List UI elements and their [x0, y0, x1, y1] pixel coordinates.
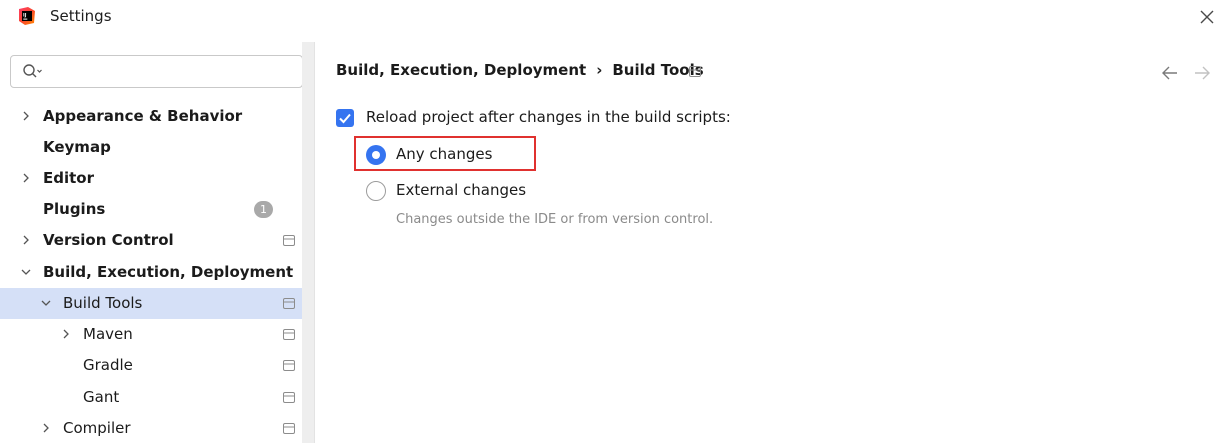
- chevron-right-icon[interactable]: [20, 110, 32, 122]
- chevron-right-icon[interactable]: [20, 234, 32, 246]
- sidebar-item-version-control[interactable]: Version Control: [0, 225, 314, 256]
- close-icon[interactable]: [1196, 6, 1218, 28]
- project-level-icon: [689, 66, 701, 77]
- sidebar-item-label: Build Tools: [63, 294, 143, 312]
- breadcrumb-separator-icon: ›: [596, 61, 603, 79]
- sidebar-item-gradle[interactable]: Gradle: [0, 350, 314, 381]
- sidebar-item-label: Plugins: [43, 200, 106, 218]
- sidebar-item-label: Appearance & Behavior: [43, 107, 243, 125]
- external-changes-label[interactable]: External changes: [396, 181, 526, 199]
- reload-project-label[interactable]: Reload project after changes in the buil…: [366, 108, 731, 126]
- update-count-badge: 1: [254, 201, 273, 218]
- sidebar-item-label: Build, Execution, Deployment: [43, 263, 294, 281]
- sidebar-item-maven[interactable]: Maven: [0, 319, 314, 350]
- sidebar-item-label: Maven: [83, 325, 133, 343]
- search-box[interactable]: [10, 55, 303, 88]
- project-level-icon: [283, 423, 295, 434]
- sidebar-item-label: Gradle: [83, 356, 133, 374]
- project-level-icon: [283, 392, 295, 403]
- forward-arrow-icon[interactable]: [1191, 63, 1213, 83]
- chevron-right-icon[interactable]: [40, 422, 52, 434]
- sidebar-scrollbar[interactable]: [302, 42, 314, 443]
- breadcrumb-parent[interactable]: Build, Execution, Deployment: [336, 61, 586, 79]
- external-changes-hint: Changes outside the IDE or from version …: [396, 212, 714, 227]
- settings-content: Build, Execution, Deployment › Build Tools…: [315, 42, 1227, 443]
- sidebar-item-compiler[interactable]: Compiler: [0, 413, 314, 444]
- chevron-down-icon[interactable]: [20, 266, 32, 278]
- project-level-icon: [283, 298, 295, 309]
- project-level-icon: [283, 329, 295, 340]
- sidebar-item-editor[interactable]: Editor: [0, 163, 314, 194]
- sidebar-item-label: Compiler: [63, 419, 131, 437]
- sidebar-item-build-execution-deployment[interactable]: Build, Execution, Deployment: [0, 257, 314, 288]
- intellij-idea-icon: IJ: [19, 7, 35, 25]
- checkmark-icon: [339, 113, 351, 124]
- chevron-right-icon[interactable]: [20, 172, 32, 184]
- window-title: Settings: [50, 7, 112, 25]
- sidebar-item-plugins[interactable]: Plugins 1: [0, 194, 314, 225]
- sidebar-item-build-tools[interactable]: Build Tools: [0, 288, 314, 319]
- settings-sidebar: Appearance & Behavior Keymap Editor Plugins…: [0, 42, 315, 443]
- sidebar-item-label: Keymap: [43, 138, 111, 156]
- sidebar-item-appearance-behavior[interactable]: Appearance & Behavior: [0, 101, 314, 132]
- reload-project-checkbox[interactable]: [336, 109, 354, 127]
- breadcrumb: Build, Execution, Deployment › Build Tools: [336, 61, 704, 79]
- search-input[interactable]: [47, 60, 301, 86]
- sidebar-item-label: Editor: [43, 169, 94, 187]
- sidebar-item-label: Gant: [83, 388, 120, 406]
- search-icon[interactable]: [22, 63, 44, 81]
- any-changes-radio[interactable]: [366, 145, 386, 165]
- chevron-down-icon[interactable]: [40, 297, 52, 309]
- external-changes-radio[interactable]: [366, 181, 386, 201]
- sidebar-item-label: Version Control: [43, 231, 174, 249]
- chevron-right-icon[interactable]: [60, 328, 72, 340]
- project-level-icon: [283, 360, 295, 371]
- project-level-icon: [283, 235, 295, 246]
- title-bar: IJ Settings: [0, 0, 1227, 36]
- sidebar-item-gant[interactable]: Gant: [0, 382, 314, 413]
- any-changes-label[interactable]: Any changes: [396, 145, 492, 163]
- svg-text:IJ: IJ: [23, 13, 27, 19]
- sidebar-item-keymap[interactable]: Keymap: [0, 132, 314, 163]
- back-arrow-icon[interactable]: [1159, 63, 1181, 83]
